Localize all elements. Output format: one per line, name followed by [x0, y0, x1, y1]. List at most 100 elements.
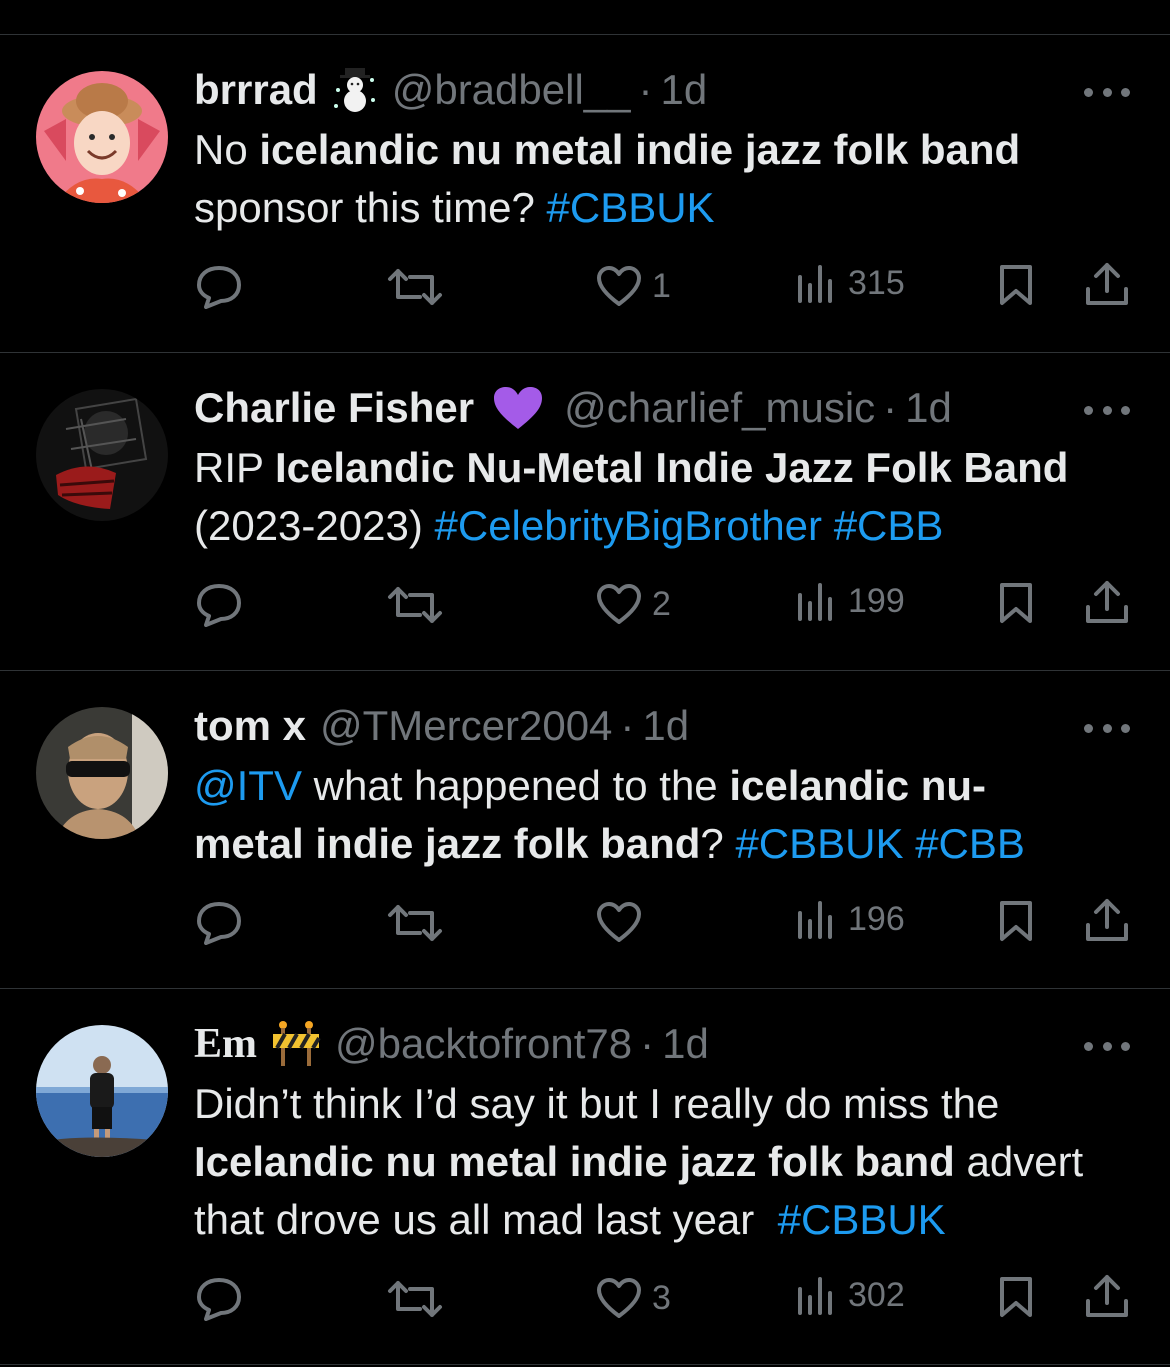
construction-emoji-icon: [271, 1020, 321, 1068]
retweet-button[interactable]: [386, 267, 444, 307]
view-count: 199: [848, 581, 905, 620]
views-button[interactable]: 199: [796, 581, 905, 621]
share-icon: [1086, 581, 1128, 623]
like-button[interactable]: [596, 901, 652, 943]
view-count: 196: [848, 899, 905, 938]
separator: ·: [883, 384, 898, 431]
hashtag-link[interactable]: #CBBUK: [735, 820, 903, 867]
share-icon: [1086, 263, 1128, 305]
tweet-text: Didn’t think I’d say it but I really do …: [194, 1080, 1084, 1243]
like-count: 1: [652, 266, 671, 305]
bookmark-icon: [1000, 901, 1032, 941]
reply-button[interactable]: [196, 583, 242, 627]
bookmark-icon: [1000, 583, 1032, 623]
more-options-icon[interactable]: [1084, 85, 1130, 99]
views-button[interactable]: 302: [796, 1275, 905, 1315]
reply-button[interactable]: [196, 265, 242, 309]
share-button[interactable]: [1084, 1273, 1130, 1319]
like-button[interactable]: 1: [596, 265, 671, 307]
retweet-icon: [388, 1281, 442, 1317]
more-options-icon[interactable]: [1084, 403, 1130, 417]
heart-icon: [597, 902, 641, 942]
tweet-header: tom x @TMercer2004 · 1d: [194, 701, 1110, 751]
like-button[interactable]: 3: [596, 1277, 671, 1319]
avatar[interactable]: [36, 389, 168, 521]
tweet-text: @ITV what happened to the icelandic nu- …: [194, 762, 1025, 867]
purple-heart-emoji-icon: [492, 385, 544, 431]
share-button[interactable]: [1084, 897, 1130, 943]
views-icon: [798, 583, 832, 621]
retweet-icon: [388, 905, 442, 941]
share-icon: [1086, 1275, 1128, 1317]
tweet-header: Charlie Fisher @charlief_music · 1d: [194, 383, 1110, 433]
retweet-button[interactable]: [386, 903, 444, 943]
action-bar: 2 199: [0, 575, 1170, 635]
bookmark-icon: [1000, 265, 1032, 305]
view-count: 302: [848, 1275, 905, 1314]
display-name[interactable]: brrrad: [194, 66, 318, 114]
timestamp[interactable]: 1d: [662, 1020, 709, 1068]
timestamp[interactable]: 1d: [642, 702, 689, 750]
reply-icon: [197, 584, 241, 627]
avatar[interactable]: [36, 71, 168, 203]
views-icon: [798, 1277, 832, 1315]
tweet-header: brrrad @bradbell__ · 1d: [194, 65, 1110, 115]
action-bar: 1 315: [0, 257, 1170, 317]
views-button[interactable]: 196: [796, 899, 905, 939]
retweet-button[interactable]: [386, 1279, 444, 1319]
tweet-text: No icelandic nu metal indie jazz folk ba…: [194, 126, 1021, 231]
like-count: 3: [652, 1278, 671, 1317]
hashtag-link[interactable]: #CBB: [834, 502, 944, 549]
snowman-emoji-icon: [332, 66, 378, 114]
timestamp[interactable]: 1d: [905, 384, 952, 432]
action-bar: 196: [0, 893, 1170, 953]
handle[interactable]: @charlief_music: [564, 384, 875, 432]
hashtag-link[interactable]: #CBB: [915, 820, 1025, 867]
bookmark-button[interactable]: [998, 581, 1034, 625]
share-icon: [1086, 899, 1128, 941]
views-button[interactable]: 315: [796, 263, 905, 303]
more-options-icon[interactable]: [1084, 1039, 1130, 1053]
hashtag-link[interactable]: #CBBUK: [547, 184, 715, 231]
tweet[interactable]: tom x @TMercer2004 · 1d @ITV what happen…: [0, 671, 1170, 987]
tweet[interactable]: Em @backtofront78 · 1d Didn’t think I’d …: [0, 989, 1170, 1367]
hashtag-link[interactable]: #CBBUK: [778, 1196, 946, 1243]
heart-icon: [597, 584, 641, 624]
more-options-icon[interactable]: [1084, 721, 1130, 735]
reply-button[interactable]: [196, 901, 242, 945]
handle[interactable]: @backtofront78: [335, 1020, 632, 1068]
timestamp[interactable]: 1d: [661, 66, 708, 114]
views-icon: [798, 901, 832, 939]
retweet-button[interactable]: [386, 585, 444, 625]
avatar[interactable]: [36, 1025, 168, 1157]
tweet-text: RIP Icelandic Nu-Metal Indie Jazz Folk B…: [194, 444, 1069, 549]
separator: ·: [640, 1020, 655, 1067]
like-count: 2: [652, 584, 671, 623]
share-button[interactable]: [1084, 261, 1130, 307]
reply-icon: [197, 1278, 241, 1321]
hashtag-link[interactable]: #CelebrityBigBrother: [435, 502, 823, 549]
display-name[interactable]: Em: [194, 1020, 257, 1068]
share-button[interactable]: [1084, 579, 1130, 625]
reply-button[interactable]: [196, 1277, 242, 1321]
views-icon: [798, 265, 832, 303]
avatar[interactable]: [36, 707, 168, 839]
display-name[interactable]: Charlie Fisher: [194, 384, 474, 432]
separator: ·: [638, 66, 653, 113]
retweet-icon: [388, 587, 442, 623]
mention-link[interactable]: @ITV: [194, 762, 302, 809]
bookmark-button[interactable]: [998, 1275, 1034, 1319]
bookmark-button[interactable]: [998, 263, 1034, 307]
heart-icon: [597, 1278, 641, 1318]
handle[interactable]: @bradbell__: [392, 66, 631, 114]
bottom-divider: [0, 1364, 1170, 1365]
like-button[interactable]: 2: [596, 583, 671, 625]
tweet[interactable]: brrrad @bradbell__ · 1d No icelandic nu …: [0, 35, 1170, 351]
retweet-icon: [388, 269, 442, 305]
display-name[interactable]: tom x: [194, 702, 306, 750]
separator: ·: [620, 702, 635, 749]
handle[interactable]: @TMercer2004: [320, 702, 612, 750]
tweet[interactable]: Charlie Fisher @charlief_music · 1d RIP …: [0, 353, 1170, 669]
bookmark-icon: [1000, 1277, 1032, 1317]
bookmark-button[interactable]: [998, 899, 1034, 943]
